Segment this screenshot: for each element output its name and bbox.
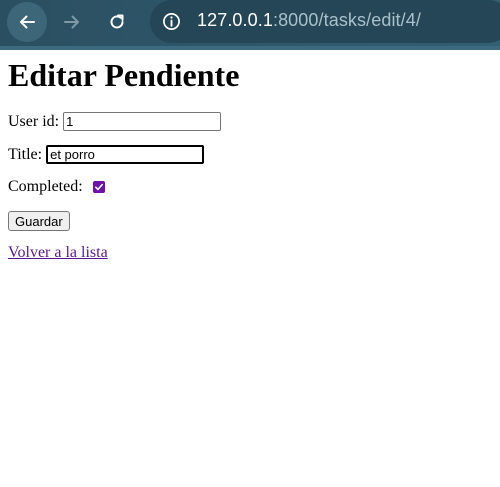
reload-button[interactable]: [97, 2, 137, 42]
back-to-list-link[interactable]: Volver a la lista: [8, 244, 108, 262]
url-text[interactable]: 127.0.0.1:8000/tasks/edit/4/: [197, 10, 421, 31]
browser-toolbar: 127.0.0.1:8000/tasks/edit/4/: [0, 0, 500, 50]
forward-button[interactable]: [52, 2, 92, 42]
page-title: Editar Pendiente: [8, 57, 240, 93]
completed-row: Completed:: [8, 178, 105, 196]
url-path: :8000/tasks/edit/4/: [272, 10, 421, 30]
checkmark-icon: [94, 183, 103, 191]
completed-checkbox[interactable]: [92, 181, 105, 193]
submit-row: Guardar: [8, 211, 70, 231]
title-row: Title:: [8, 145, 205, 164]
save-button[interactable]: Guardar: [8, 211, 70, 231]
reload-icon: [110, 14, 124, 29]
completed-label: Completed:: [8, 178, 83, 195]
user-id-label: User id:: [8, 112, 60, 130]
user-id-row: User id:: [8, 112, 222, 131]
back-link-row: Volver a la lista: [8, 244, 108, 262]
title-label: Title:: [8, 145, 43, 163]
user-id-input[interactable]: [63, 112, 222, 131]
page-content: Editar Pendiente User id: Title: Complet…: [0, 50, 500, 487]
forward-arrow-icon: [64, 15, 79, 29]
info-icon[interactable]: [162, 12, 181, 31]
back-button[interactable]: [7, 2, 47, 42]
url-host: 127.0.0.1: [197, 10, 273, 30]
back-arrow-icon: [20, 15, 35, 29]
title-input[interactable]: [46, 145, 205, 164]
address-bar[interactable]: 127.0.0.1:8000/tasks/edit/4/: [150, 0, 500, 43]
